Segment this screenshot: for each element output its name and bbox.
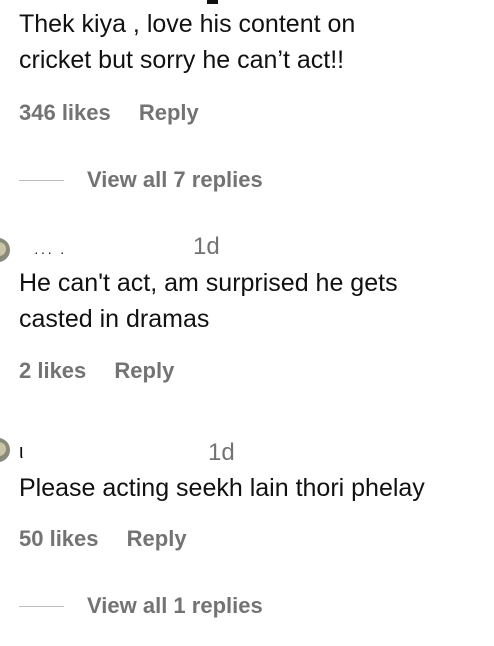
likes-count[interactable]: 346 likes [19,100,111,126]
view-replies-button[interactable]: View all 7 replies [19,167,263,193]
avatar[interactable] [0,438,10,462]
view-replies-label: View all 1 replies [87,593,263,618]
view-replies-label: View all 7 replies [87,167,263,192]
comment-text: He can't act, am surprised he gets caste… [19,269,398,333]
username-fragment [207,0,218,4]
likes-count[interactable]: 50 likes [19,526,99,552]
divider-line [19,605,64,607]
comment-text: Please acting seekh lain thori phelay [19,474,425,502]
comment-text: Thek kiya , love his content on cricket … [19,10,356,74]
comment-actions: 2 likes Reply [19,358,174,384]
reply-button[interactable]: Reply [139,100,199,126]
view-replies-button[interactable]: View all 1 replies [19,593,263,619]
comment-actions: 50 likes Reply [19,526,187,552]
timestamp: 1d [193,233,220,260]
divider-line [19,179,64,181]
avatar[interactable] [0,238,10,262]
username-fragment: ι [19,441,24,463]
reply-button[interactable]: Reply [114,358,174,384]
timestamp: 1d [208,439,235,466]
reply-button[interactable]: Reply [127,526,187,552]
comments-list: Thek kiya , love his content on cricket … [0,0,494,646]
comment-actions: 346 likes Reply [19,100,199,126]
likes-count[interactable]: 2 likes [19,358,86,384]
username-redacted: ··· · [34,244,67,260]
